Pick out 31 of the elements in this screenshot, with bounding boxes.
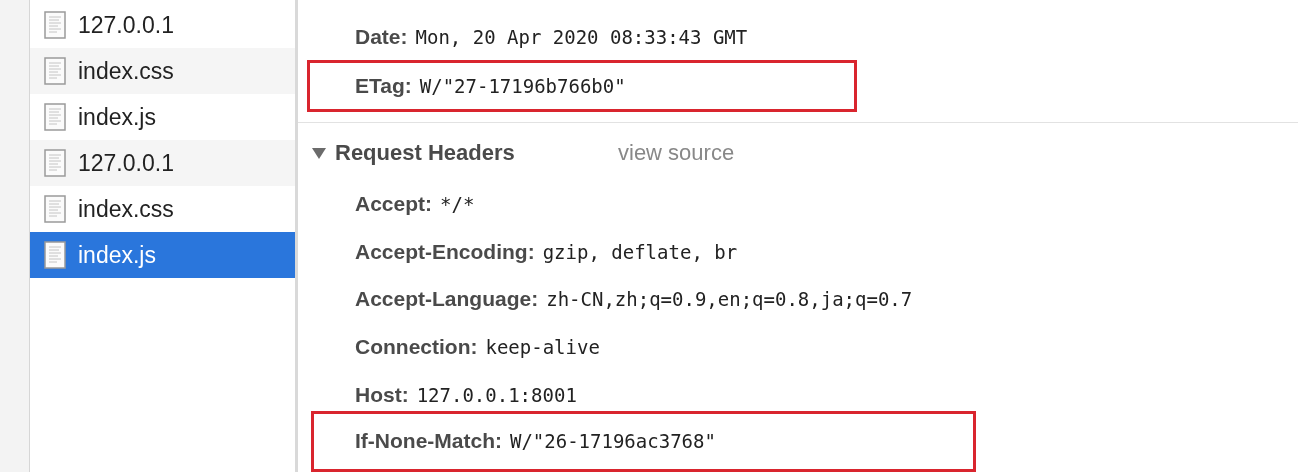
- header-value: Mon, 20 Apr 2020 08:33:43 GMT: [415, 26, 748, 49]
- document-icon: [44, 241, 66, 269]
- header-name: Host:: [355, 382, 409, 407]
- file-item[interactable]: index.css: [30, 186, 295, 232]
- header-value: zh-CN,zh;q=0.9,en;q=0.8,ja;q=0.7: [546, 288, 913, 311]
- document-icon: [44, 149, 66, 177]
- document-icon: [44, 57, 66, 85]
- header-name: ETag:: [355, 73, 412, 98]
- header-name: Date:: [355, 25, 408, 50]
- header-name: Accept-Encoding:: [355, 239, 535, 264]
- header-name: Accept:: [355, 191, 433, 216]
- file-item[interactable]: 127.0.0.1: [30, 2, 295, 48]
- header-name: Accept-Language:: [355, 287, 539, 312]
- document-icon: [44, 11, 66, 39]
- view-source-link[interactable]: view source: [618, 139, 735, 166]
- file-item[interactable]: index.js: [30, 232, 295, 278]
- document-icon: [44, 103, 66, 131]
- file-item[interactable]: 127.0.0.1: [30, 140, 295, 186]
- header-value: W/"26-17196ac3768": [510, 430, 716, 453]
- header-name: If-None-Match:: [355, 429, 502, 454]
- header-value: */*: [440, 192, 475, 215]
- header-name: Connection:: [355, 334, 478, 359]
- section-title: Request Headers: [335, 139, 516, 166]
- header-value: keep-alive: [485, 335, 600, 358]
- header-value: 127.0.0.1:8001: [416, 383, 577, 406]
- header-value: W/"27-17196b766b0": [419, 74, 626, 97]
- document-icon: [44, 195, 66, 223]
- header-value: gzip, deflate, br: [542, 240, 738, 263]
- file-item[interactable]: index.css: [30, 48, 295, 94]
- triangle-icon[interactable]: [312, 146, 326, 159]
- file-item[interactable]: index.js: [30, 94, 295, 140]
